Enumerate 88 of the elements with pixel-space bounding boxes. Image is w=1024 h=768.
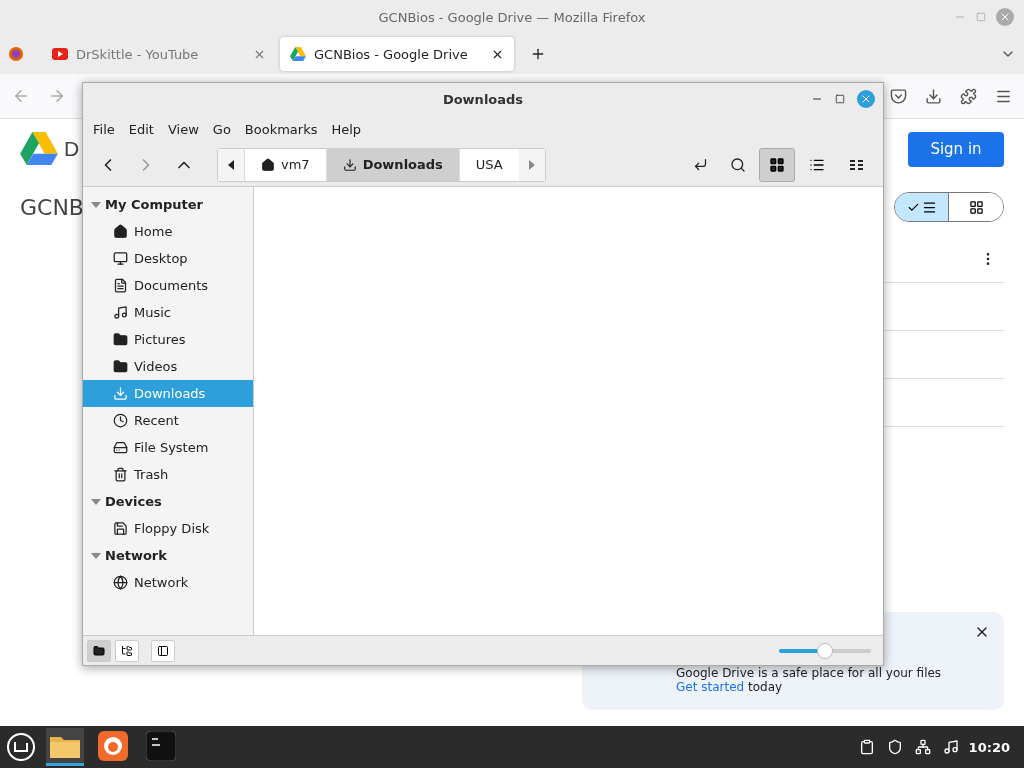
- browser-tab[interactable]: GCNBios - Google Drive: [280, 37, 514, 71]
- sidebar-item[interactable]: Music: [83, 299, 253, 326]
- music-icon: [113, 305, 128, 320]
- status-button[interactable]: [87, 639, 111, 662]
- trash-icon: [113, 467, 128, 482]
- notification-text: Google Drive is a safe place for all your files: [676, 666, 943, 680]
- sidebar-item[interactable]: Recent: [83, 407, 253, 434]
- shield-icon[interactable]: [886, 739, 903, 755]
- window-title: GCNBios - Google Drive — Mozilla Firefox: [378, 9, 646, 25]
- clipboard-icon[interactable]: [858, 739, 875, 755]
- globe-icon: [113, 575, 128, 590]
- sidebar-item[interactable]: Videos: [83, 353, 253, 380]
- status-button[interactable]: [115, 639, 139, 662]
- get-started-link[interactable]: Get started: [676, 680, 745, 694]
- sidebar-item[interactable]: Desktop: [83, 245, 253, 272]
- drive-icon: [113, 440, 128, 455]
- menu-item[interactable]: View: [161, 121, 205, 137]
- notification-text: Get started today: [676, 680, 784, 694]
- sidebar-heading: Network: [105, 548, 167, 563]
- download-icon: [342, 157, 357, 172]
- sign-in-button[interactable]: Sign in: [908, 131, 1004, 167]
- download-icon: [113, 386, 128, 401]
- folder-icon: [93, 644, 105, 657]
- expander-icon[interactable]: [91, 552, 101, 559]
- folder-icon: [113, 359, 128, 374]
- extensions-icon[interactable]: [960, 87, 977, 105]
- menu-item[interactable]: File: [87, 121, 121, 137]
- menu-item[interactable]: Edit: [122, 121, 160, 137]
- page-heading: GCNB: [20, 194, 84, 220]
- floppy-icon: [113, 521, 128, 536]
- sidebar-item[interactable]: File System: [83, 434, 253, 461]
- download-icon[interactable]: [925, 87, 942, 105]
- document-icon: [113, 278, 128, 293]
- sidebar-item[interactable]: Home: [83, 218, 253, 245]
- triangle-right-icon: [528, 159, 535, 170]
- search-icon: [730, 156, 746, 173]
- menu-item[interactable]: Go: [206, 121, 237, 137]
- clock: 10:20: [968, 739, 1010, 755]
- drive-logo-icon: [290, 47, 306, 61]
- close-icon: [860, 93, 872, 105]
- menu-item[interactable]: Help: [325, 121, 368, 137]
- video-logo-icon: [52, 48, 68, 60]
- list-icon: [921, 199, 937, 215]
- expander-icon[interactable]: [91, 498, 101, 505]
- monitor-icon: [113, 251, 128, 266]
- folder-icon: [113, 332, 128, 347]
- home-icon: [261, 157, 275, 172]
- sidebar-item[interactable]: Floppy Disk: [83, 515, 253, 542]
- sidebar-heading: My Computer: [105, 197, 203, 212]
- browser-icon: [98, 730, 128, 761]
- new-tab-button[interactable]: [530, 46, 546, 62]
- home-icon: [113, 224, 128, 239]
- sidebar-heading: Devices: [105, 494, 162, 509]
- menu-item[interactable]: Bookmarks: [238, 121, 324, 137]
- grid-icon: [968, 199, 984, 215]
- sidebar-item[interactable]: Trash: [83, 461, 253, 488]
- drive-logo-icon: [20, 132, 58, 166]
- return-arrow-icon: [692, 157, 708, 172]
- sidebar-item[interactable]: Pictures: [83, 326, 253, 353]
- network-icon[interactable]: [914, 739, 931, 755]
- sidebar-item[interactable]: Network: [83, 569, 253, 596]
- pocket-icon[interactable]: [890, 87, 907, 105]
- view-button[interactable]: [759, 147, 795, 182]
- sidebar-icon: [157, 644, 169, 657]
- zoom-slider[interactable]: [779, 641, 871, 660]
- close-icon: [999, 11, 1011, 23]
- compact-list-icon: [850, 158, 864, 171]
- expander-icon[interactable]: [91, 201, 101, 208]
- status-button[interactable]: [151, 639, 175, 662]
- grid-icon: [769, 156, 785, 173]
- clock-icon: [113, 413, 128, 428]
- triangle-left-icon: [228, 159, 234, 170]
- maximize-button[interactable]: [835, 94, 845, 104]
- view-toggle-button[interactable]: [895, 193, 949, 221]
- path-left-button[interactable]: [218, 148, 244, 181]
- taskbar-app[interactable]: [46, 728, 84, 766]
- music-icon[interactable]: [942, 739, 959, 755]
- tree-icon: [121, 644, 133, 657]
- window-title: Downloads: [442, 91, 524, 107]
- menu-logo-icon[interactable]: [6, 732, 36, 762]
- slider-thumb[interactable]: [817, 642, 833, 659]
- sidebar-item[interactable]: Documents: [83, 272, 253, 299]
- logo-text: D: [64, 137, 80, 161]
- path-right-button[interactable]: [518, 148, 545, 181]
- browser-tab[interactable]: DrSkittle - YouTube: [42, 37, 276, 71]
- terminal-icon: [146, 730, 176, 761]
- browser-logo-icon: [8, 46, 24, 62]
- path-button[interactable]: Downloads: [325, 148, 459, 181]
